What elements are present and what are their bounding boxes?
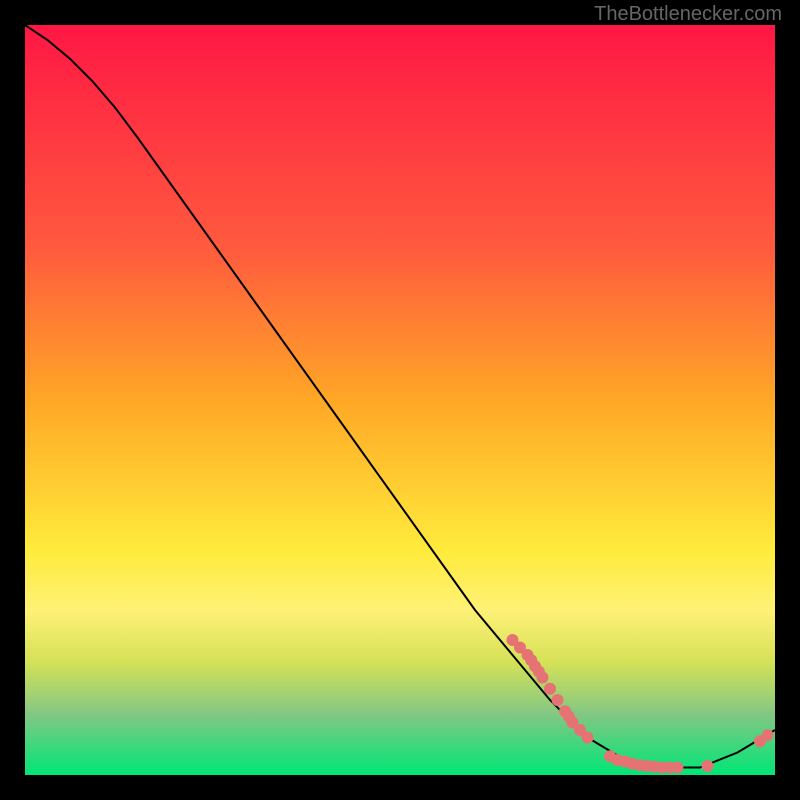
chart-container bbox=[25, 25, 775, 775]
scatter-point bbox=[762, 729, 774, 741]
watermark-text: TheBottlenecker.com bbox=[594, 3, 782, 26]
scatter-point bbox=[544, 683, 556, 695]
scatter-point bbox=[702, 760, 714, 772]
scatter-point bbox=[537, 672, 549, 684]
chart-svg bbox=[25, 25, 775, 775]
scatter-point bbox=[672, 762, 684, 774]
scatter-point bbox=[582, 732, 594, 744]
scatter-point bbox=[552, 694, 564, 706]
